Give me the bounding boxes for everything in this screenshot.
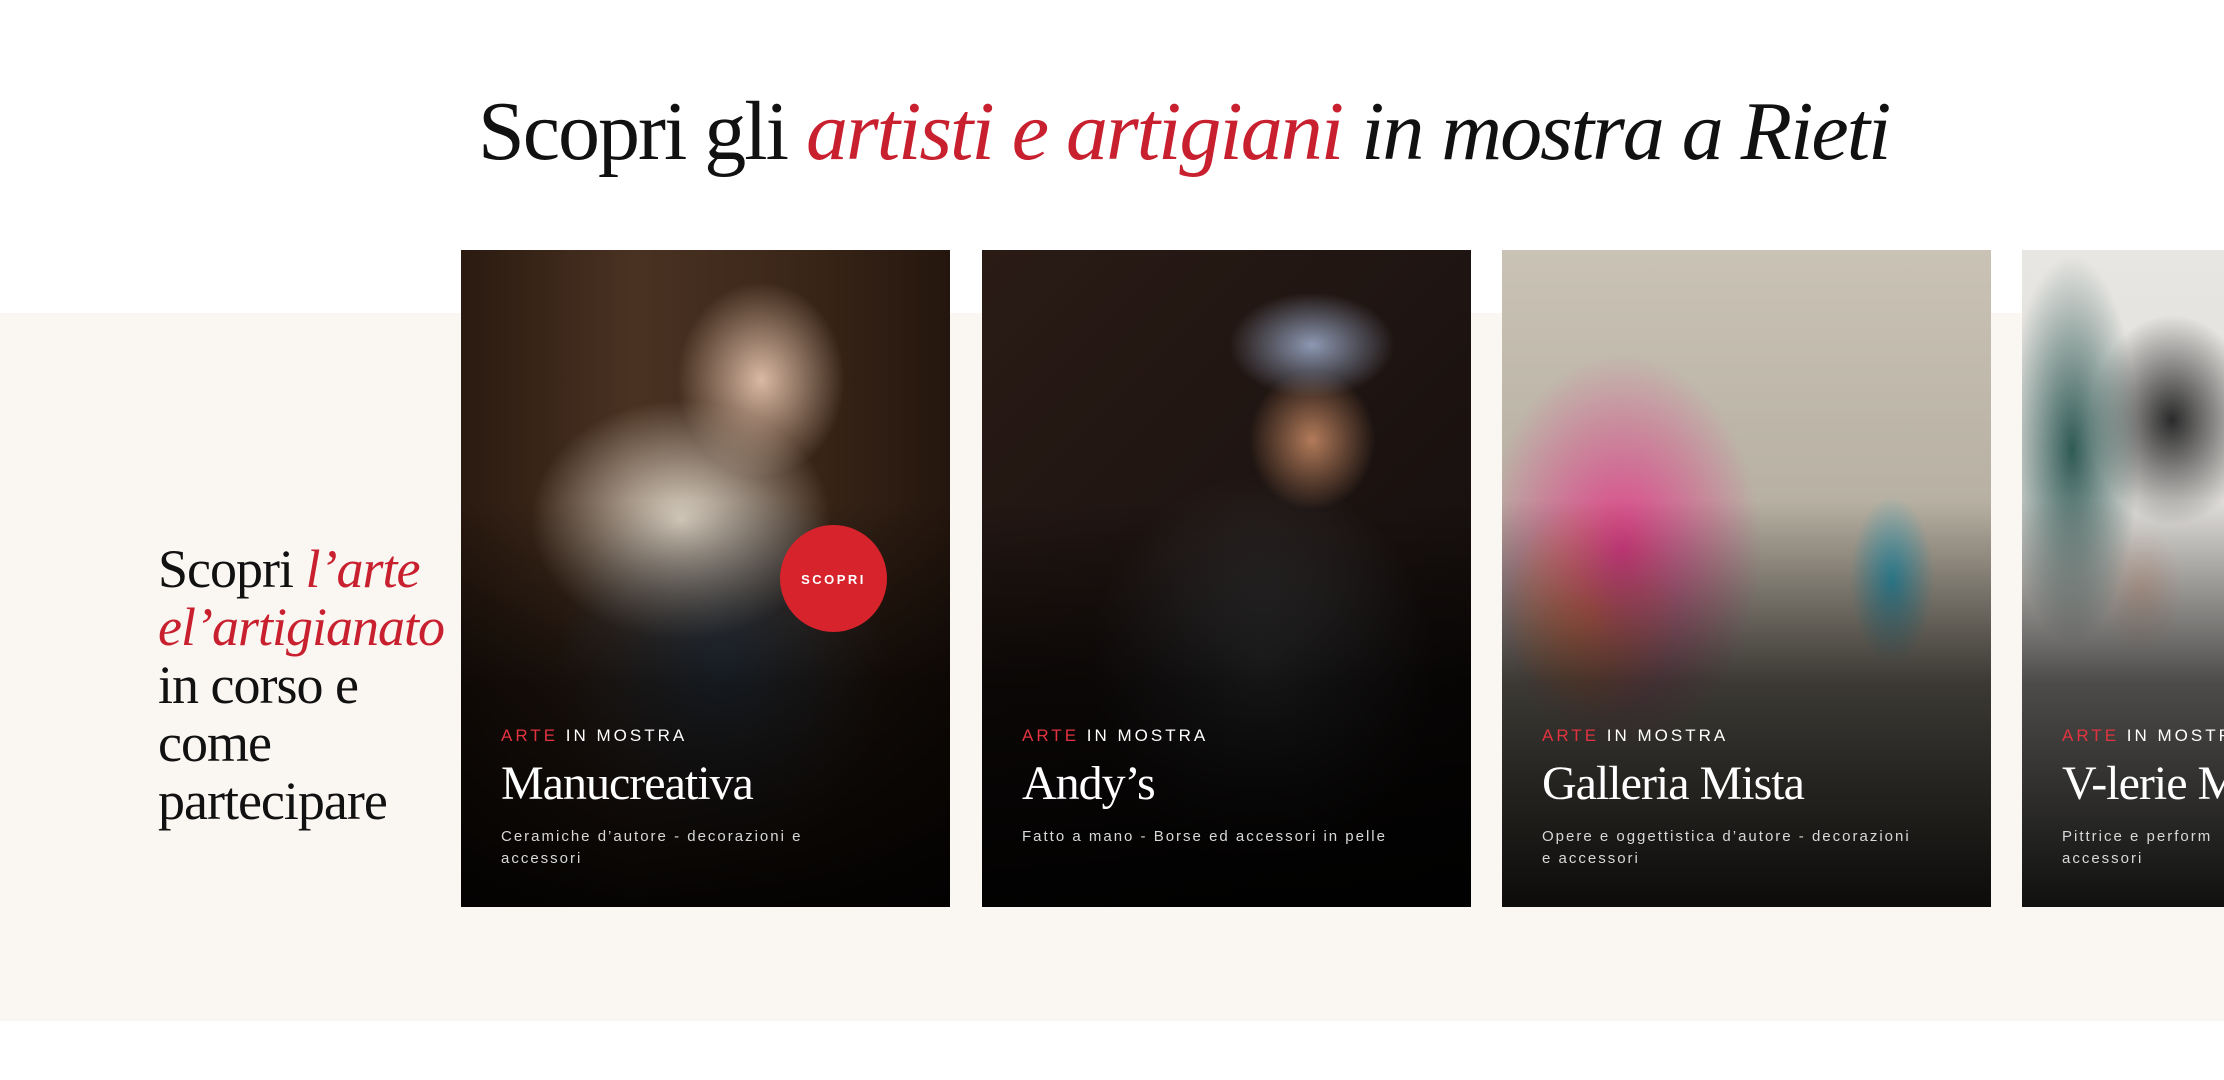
card-kicker: ARTE IN MOSTRA: [501, 726, 910, 746]
artist-card-andys[interactable]: ARTE IN MOSTRA Andy’s Fatto a mano - Bor…: [982, 250, 1471, 907]
card-description: Pittrice e perform accessori: [2062, 828, 2213, 867]
card-kicker-text: IN MOSTRA: [558, 726, 688, 745]
page-headline: Scopri gli artisti e artigiani in mostra…: [478, 72, 1891, 192]
headline-highlight: artisti e artigiani: [806, 85, 1344, 178]
side-title-line-5: partecipare: [158, 771, 388, 831]
card-kicker: ARTE IN MOSTRA: [2062, 726, 2224, 746]
headline-text: Scopri gli: [478, 85, 806, 178]
side-title-highlight: l’arte: [305, 539, 421, 599]
card-kicker: ARTE IN MOSTRA: [1542, 726, 1951, 746]
headline-text-italic: in mostra a Rieti: [1342, 85, 1891, 178]
card-kicker-highlight: ARTE: [2062, 726, 2120, 745]
card-kicker: ARTE IN MOSTRA: [1022, 726, 1431, 746]
card-title: V-lerie M: [2062, 757, 2224, 810]
card-info: ARTE IN MOSTRA Andy’s Fatto a mano - Bor…: [1022, 726, 1431, 848]
side-title-line-4: come: [158, 713, 272, 773]
card-kicker-highlight: ARTE: [501, 726, 559, 745]
side-title-line-1: Scopri l’arte: [158, 540, 448, 598]
side-title-plain: Scopri: [158, 539, 306, 599]
card-description: Fatto a mano - Borse ed accessori in pel…: [1022, 828, 1387, 845]
card-kicker-text: IN MOSTRA: [1599, 726, 1729, 745]
card-title: Manucreativa: [501, 757, 754, 810]
side-title: Scopri l’arte el’artigianato in corso e …: [158, 540, 448, 830]
artist-card-v-lerie[interactable]: ARTE IN MOSTRA V-lerie M Pittrice e perf…: [2022, 250, 2224, 907]
card-info: ARTE IN MOSTRA Galleria Mista Opere e og…: [1542, 726, 1951, 870]
card-kicker-text: IN MOSTRA: [2126, 726, 2224, 745]
card-kicker-highlight: ARTE: [1022, 726, 1080, 745]
card-title: Andy’s: [1022, 757, 1156, 810]
side-title-line-3: in corso e: [158, 655, 359, 715]
artist-card-galleria-mista[interactable]: ARTE IN MOSTRA Galleria Mista Opere e og…: [1502, 250, 1991, 907]
scopri-button[interactable]: SCOPRI: [780, 525, 887, 632]
card-title: Galleria Mista: [1542, 757, 1805, 810]
card-kicker-text: IN MOSTRA: [1079, 726, 1209, 745]
side-title-line-2: el’artigianato: [158, 597, 445, 657]
card-description: Ceramiche d’autore - decorazioni e acces…: [501, 828, 803, 867]
card-description: Opere e oggettistica d’autore - decorazi…: [1542, 828, 1911, 867]
card-kicker-highlight: ARTE: [1542, 726, 1600, 745]
card-info: ARTE IN MOSTRA Manucreativa Ceramiche d’…: [501, 726, 910, 870]
card-info: ARTE IN MOSTRA V-lerie M Pittrice e perf…: [2062, 726, 2224, 870]
